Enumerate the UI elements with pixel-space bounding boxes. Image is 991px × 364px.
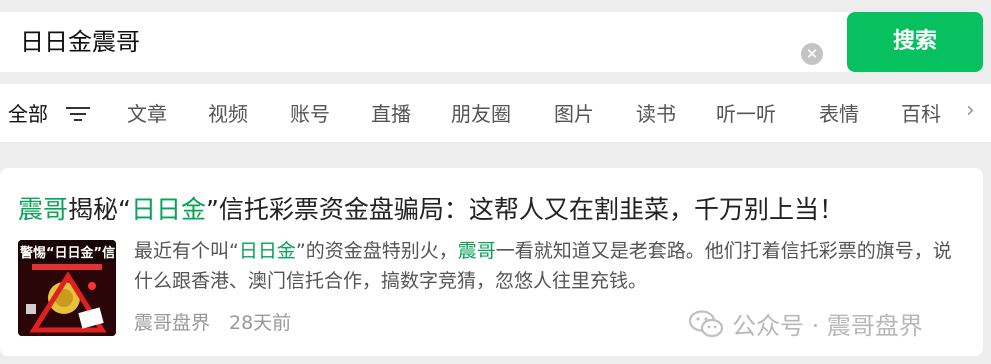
result-title[interactable]: 震哥揭秘“日日金”信托彩票资金盘骗局：这帮人又在割韭菜，千万别上当！ xyxy=(18,190,844,226)
tab-live[interactable]: 直播 xyxy=(371,98,411,127)
snippet-highlight: 震哥 xyxy=(457,240,496,262)
title-text: ”信托彩票资金盘骗局：这帮人又在割韭菜，千万别上当！ xyxy=(205,195,844,224)
tab-moments[interactable]: 朋友圈 xyxy=(451,98,511,127)
result-card[interactable]: 震哥揭秘“日日金”信托彩票资金盘骗局：这帮人又在割韭菜，千万别上当！ 警惕“日日… xyxy=(0,168,983,356)
tab-videos[interactable]: 视频 xyxy=(208,98,248,127)
search-button[interactable]: 搜索 xyxy=(847,12,983,72)
filter-icon[interactable] xyxy=(66,106,90,122)
search-bar: ✕ xyxy=(0,12,983,72)
tab-reading[interactable]: 读书 xyxy=(636,98,676,127)
title-text: 揭秘“ xyxy=(68,195,131,224)
result-snippet: 最近有个叫“日日金”的资金盘特别火，震哥一看就知道又是老套路。他们打着信托彩票的… xyxy=(134,240,952,292)
thumbnail-image: 警惕“日日金”信 xyxy=(18,240,116,336)
tab-articles[interactable]: 文章 xyxy=(127,98,167,127)
watermark-text: 公众号 · 震哥盘界 xyxy=(732,312,923,340)
tab-encyclopedia[interactable]: 百科 xyxy=(901,98,941,127)
search-input[interactable] xyxy=(20,26,780,58)
thumbnail-caption: 警惕“日日金”信 xyxy=(20,245,115,261)
snippet-highlight: 日日金 xyxy=(238,240,296,262)
title-highlight: 震哥 xyxy=(18,195,69,224)
result-source[interactable]: 震哥盘界 xyxy=(134,308,210,335)
result-time: 28天前 xyxy=(229,312,292,334)
tab-bar: 全部 文章 视频 账号 直播 朋友圈 图片 读书 听一听 表情 百科 › xyxy=(0,84,991,142)
tab-images[interactable]: 图片 xyxy=(554,98,594,127)
chevron-right-icon[interactable]: › xyxy=(966,98,975,123)
tab-all[interactable]: 全部 xyxy=(8,98,48,127)
title-highlight: 日日金 xyxy=(130,195,206,224)
tab-listen[interactable]: 听一听 xyxy=(716,98,776,127)
clear-icon[interactable]: ✕ xyxy=(801,43,823,65)
wechat-icon xyxy=(688,310,724,338)
tab-accounts[interactable]: 账号 xyxy=(290,98,330,127)
tab-stickers[interactable]: 表情 xyxy=(819,98,859,127)
result-thumbnail[interactable]: 警惕“日日金”信 xyxy=(18,240,116,336)
